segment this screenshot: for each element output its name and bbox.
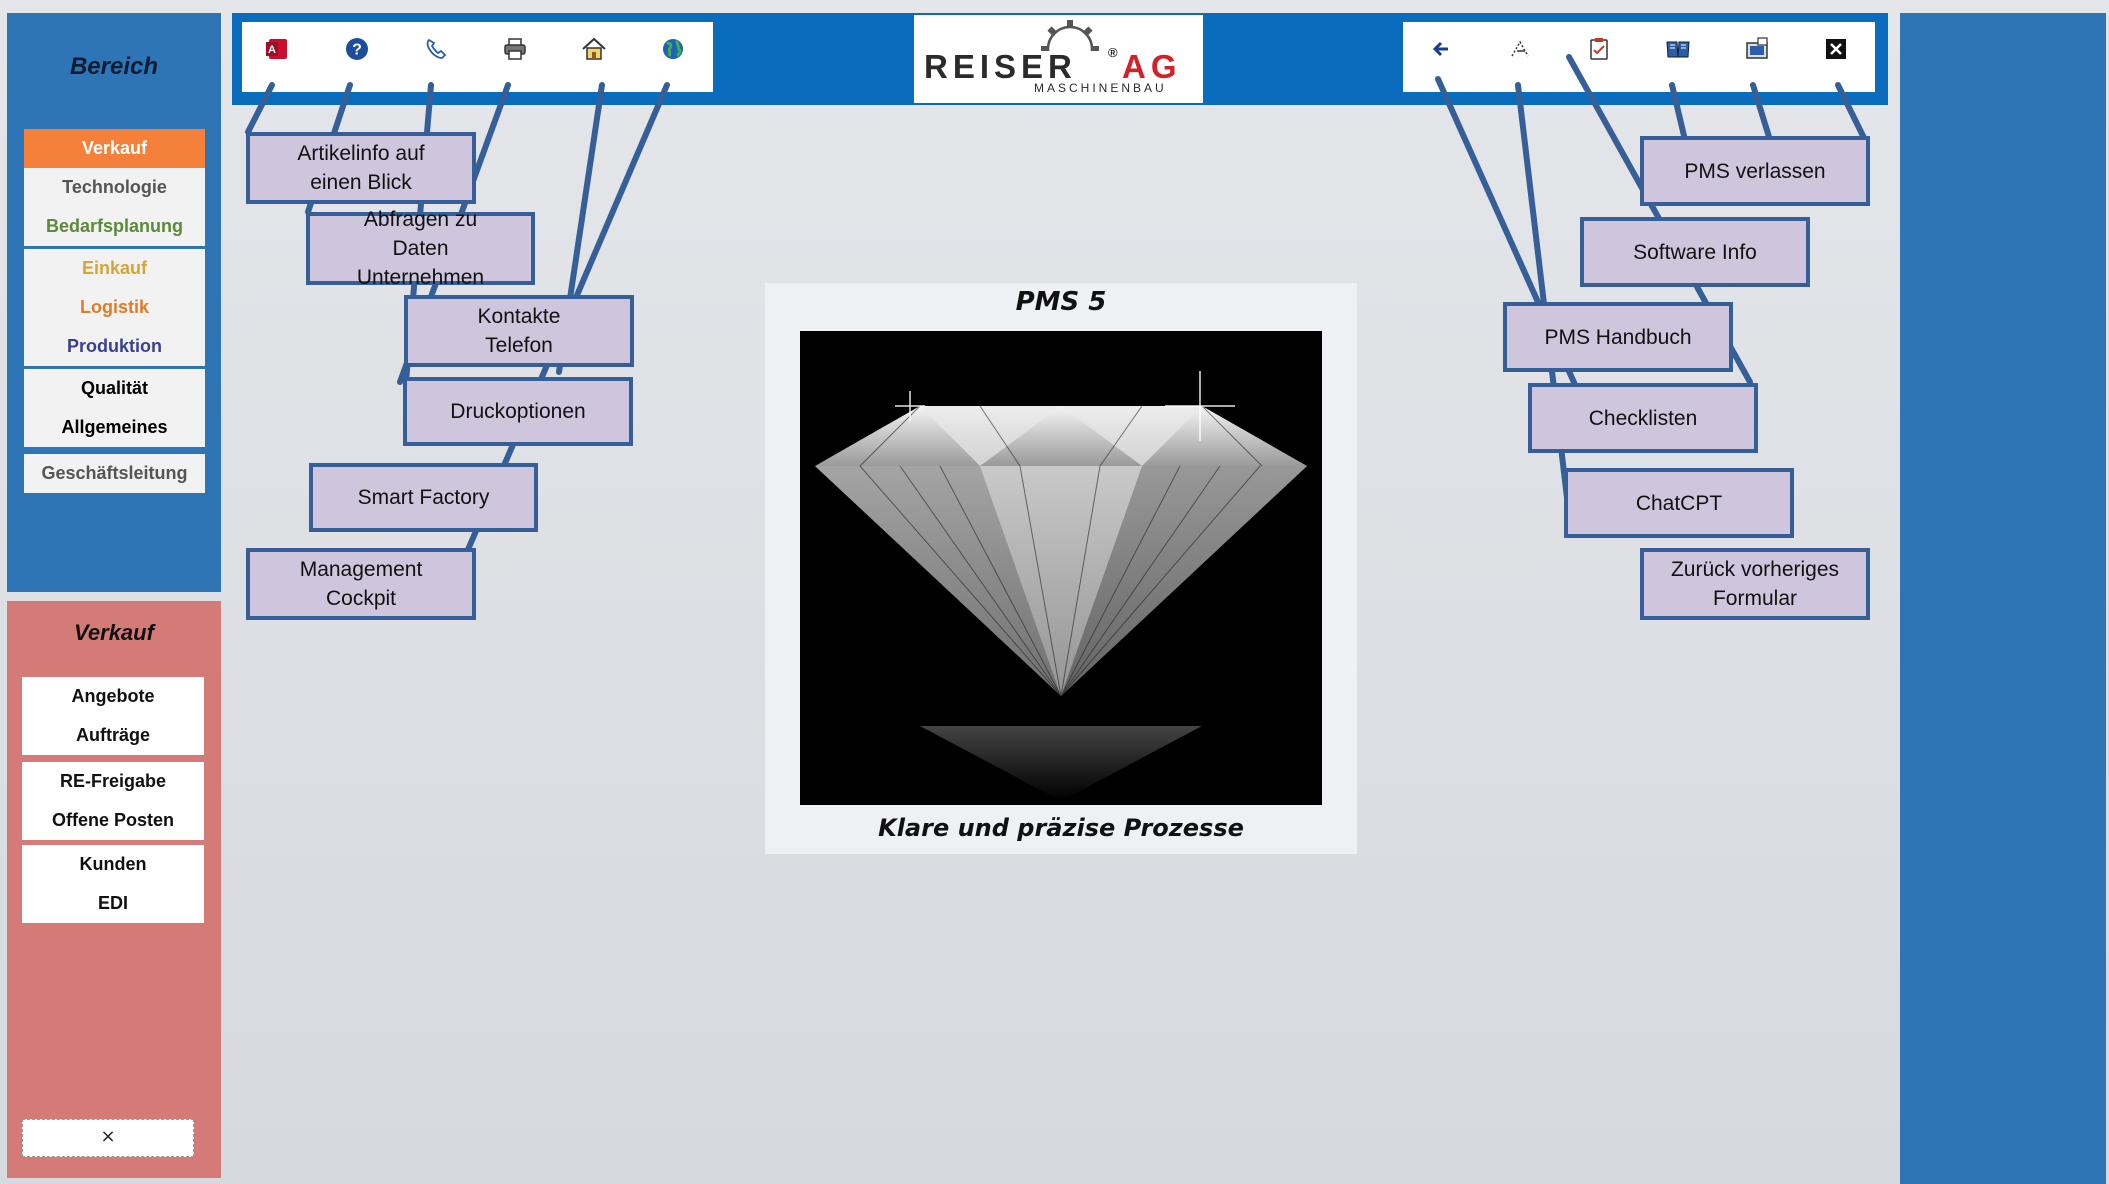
sub-group-1: Angebote Aufträge: [22, 677, 204, 755]
nav-item-qualitaet[interactable]: Qualität: [24, 369, 205, 408]
nav-group-2: Einkauf Logistik Produktion: [24, 249, 205, 366]
callout-checklisten: Checklisten: [1528, 383, 1758, 453]
diamond-graphic: [800, 331, 1322, 805]
checklist-icon[interactable]: [1584, 34, 1614, 64]
callout-zurueck: Zurück vorheriges Formular: [1640, 548, 1870, 620]
diamond-image: [800, 331, 1322, 805]
toolbar-left-group: [242, 22, 713, 92]
card-title: PMS 5: [1015, 287, 1107, 317]
nav-group-4: Geschäftsleitung: [24, 454, 205, 493]
nav-item-produktion[interactable]: Produktion: [24, 327, 205, 366]
help-icon[interactable]: ?: [342, 34, 372, 64]
callout-pms-handbuch: PMS Handbuch: [1503, 302, 1733, 372]
callout-kontakte: Kontakte Telefon: [404, 295, 634, 367]
handbook-icon[interactable]: [1663, 34, 1693, 64]
callout-abfragen: Abfragen zu Daten Unternehmen: [306, 208, 535, 289]
svg-text:A: A: [268, 44, 276, 56]
access-icon[interactable]: A: [263, 34, 293, 64]
bereich-panel: Bereich Verkauf Technologie Bedarfsplanu…: [7, 13, 221, 592]
printer-icon[interactable]: [500, 34, 530, 64]
bereich-title: Bereich: [69, 53, 159, 80]
nav-item-verkauf[interactable]: Verkauf: [24, 129, 205, 168]
nav-item-einkauf[interactable]: Einkauf: [24, 249, 205, 288]
toolbar-right-group: [1403, 22, 1875, 92]
callout-software-info: Software Info: [1580, 217, 1810, 287]
sub-item-re-freigabe[interactable]: RE-Freigabe: [22, 762, 204, 801]
verkauf-panel-title: Verkauf: [74, 620, 154, 645]
nav-group-1: Verkauf Technologie Bedarfsplanung: [24, 129, 205, 246]
nav-group-3: Qualität Allgemeines: [24, 369, 205, 447]
phone-icon[interactable]: [421, 34, 451, 64]
nav-item-bedarfsplanung[interactable]: Bedarfsplanung: [24, 207, 205, 246]
chatgpt-icon[interactable]: [1506, 34, 1536, 64]
callout-chatcpt: ChatCPT: [1564, 468, 1794, 538]
svg-text:?: ?: [352, 42, 362, 59]
software-info-icon[interactable]: [1742, 34, 1772, 64]
globe-icon[interactable]: [658, 34, 688, 64]
nav-item-geschaeftsleitung[interactable]: Geschäftsleitung: [24, 454, 205, 493]
right-panel: [1900, 13, 2106, 1184]
logo-registered: ®: [1108, 45, 1118, 60]
back-arrow-icon[interactable]: [1427, 34, 1457, 64]
callout-druckoptionen: Druckoptionen: [403, 377, 633, 446]
sub-item-offene-posten[interactable]: Offene Posten: [22, 801, 204, 840]
sub-item-angebote[interactable]: Angebote: [22, 677, 204, 716]
verkauf-panel: Verkauf Angebote Aufträge RE-Freigabe Of…: [7, 601, 221, 1178]
nav-item-technologie[interactable]: Technologie: [24, 168, 205, 207]
sub-item-edi[interactable]: EDI: [22, 884, 204, 923]
logo-text-maschinenbau: MASCHINENBAU: [1034, 81, 1167, 95]
sub-item-auftraege[interactable]: Aufträge: [22, 716, 204, 755]
callout-management-cockpit: Management Cockpit: [246, 548, 476, 620]
nav-item-allgemeines[interactable]: Allgemeines: [24, 408, 205, 447]
company-logo: REISER ® AG MASCHINENBAU: [914, 15, 1203, 103]
exit-icon[interactable]: [1821, 34, 1851, 64]
sub-item-kunden[interactable]: Kunden: [22, 845, 204, 884]
callout-pms-verlassen: PMS verlassen: [1640, 136, 1870, 206]
home-icon[interactable]: [579, 34, 609, 64]
welcome-card: PMS 5 Klare und präzise Prozesse: [765, 283, 1357, 854]
callout-artikelinfo: Artikelinfo auf einen Blick: [246, 132, 476, 204]
sub-group-2: RE-Freigabe Offene Posten: [22, 762, 204, 840]
card-caption: Klare und präzise Prozesse: [878, 814, 1244, 842]
sub-group-3: Kunden EDI: [22, 845, 204, 923]
callout-smart-factory: Smart Factory: [309, 463, 538, 532]
close-button[interactable]: ×: [22, 1119, 194, 1157]
nav-item-logistik[interactable]: Logistik: [24, 288, 205, 327]
